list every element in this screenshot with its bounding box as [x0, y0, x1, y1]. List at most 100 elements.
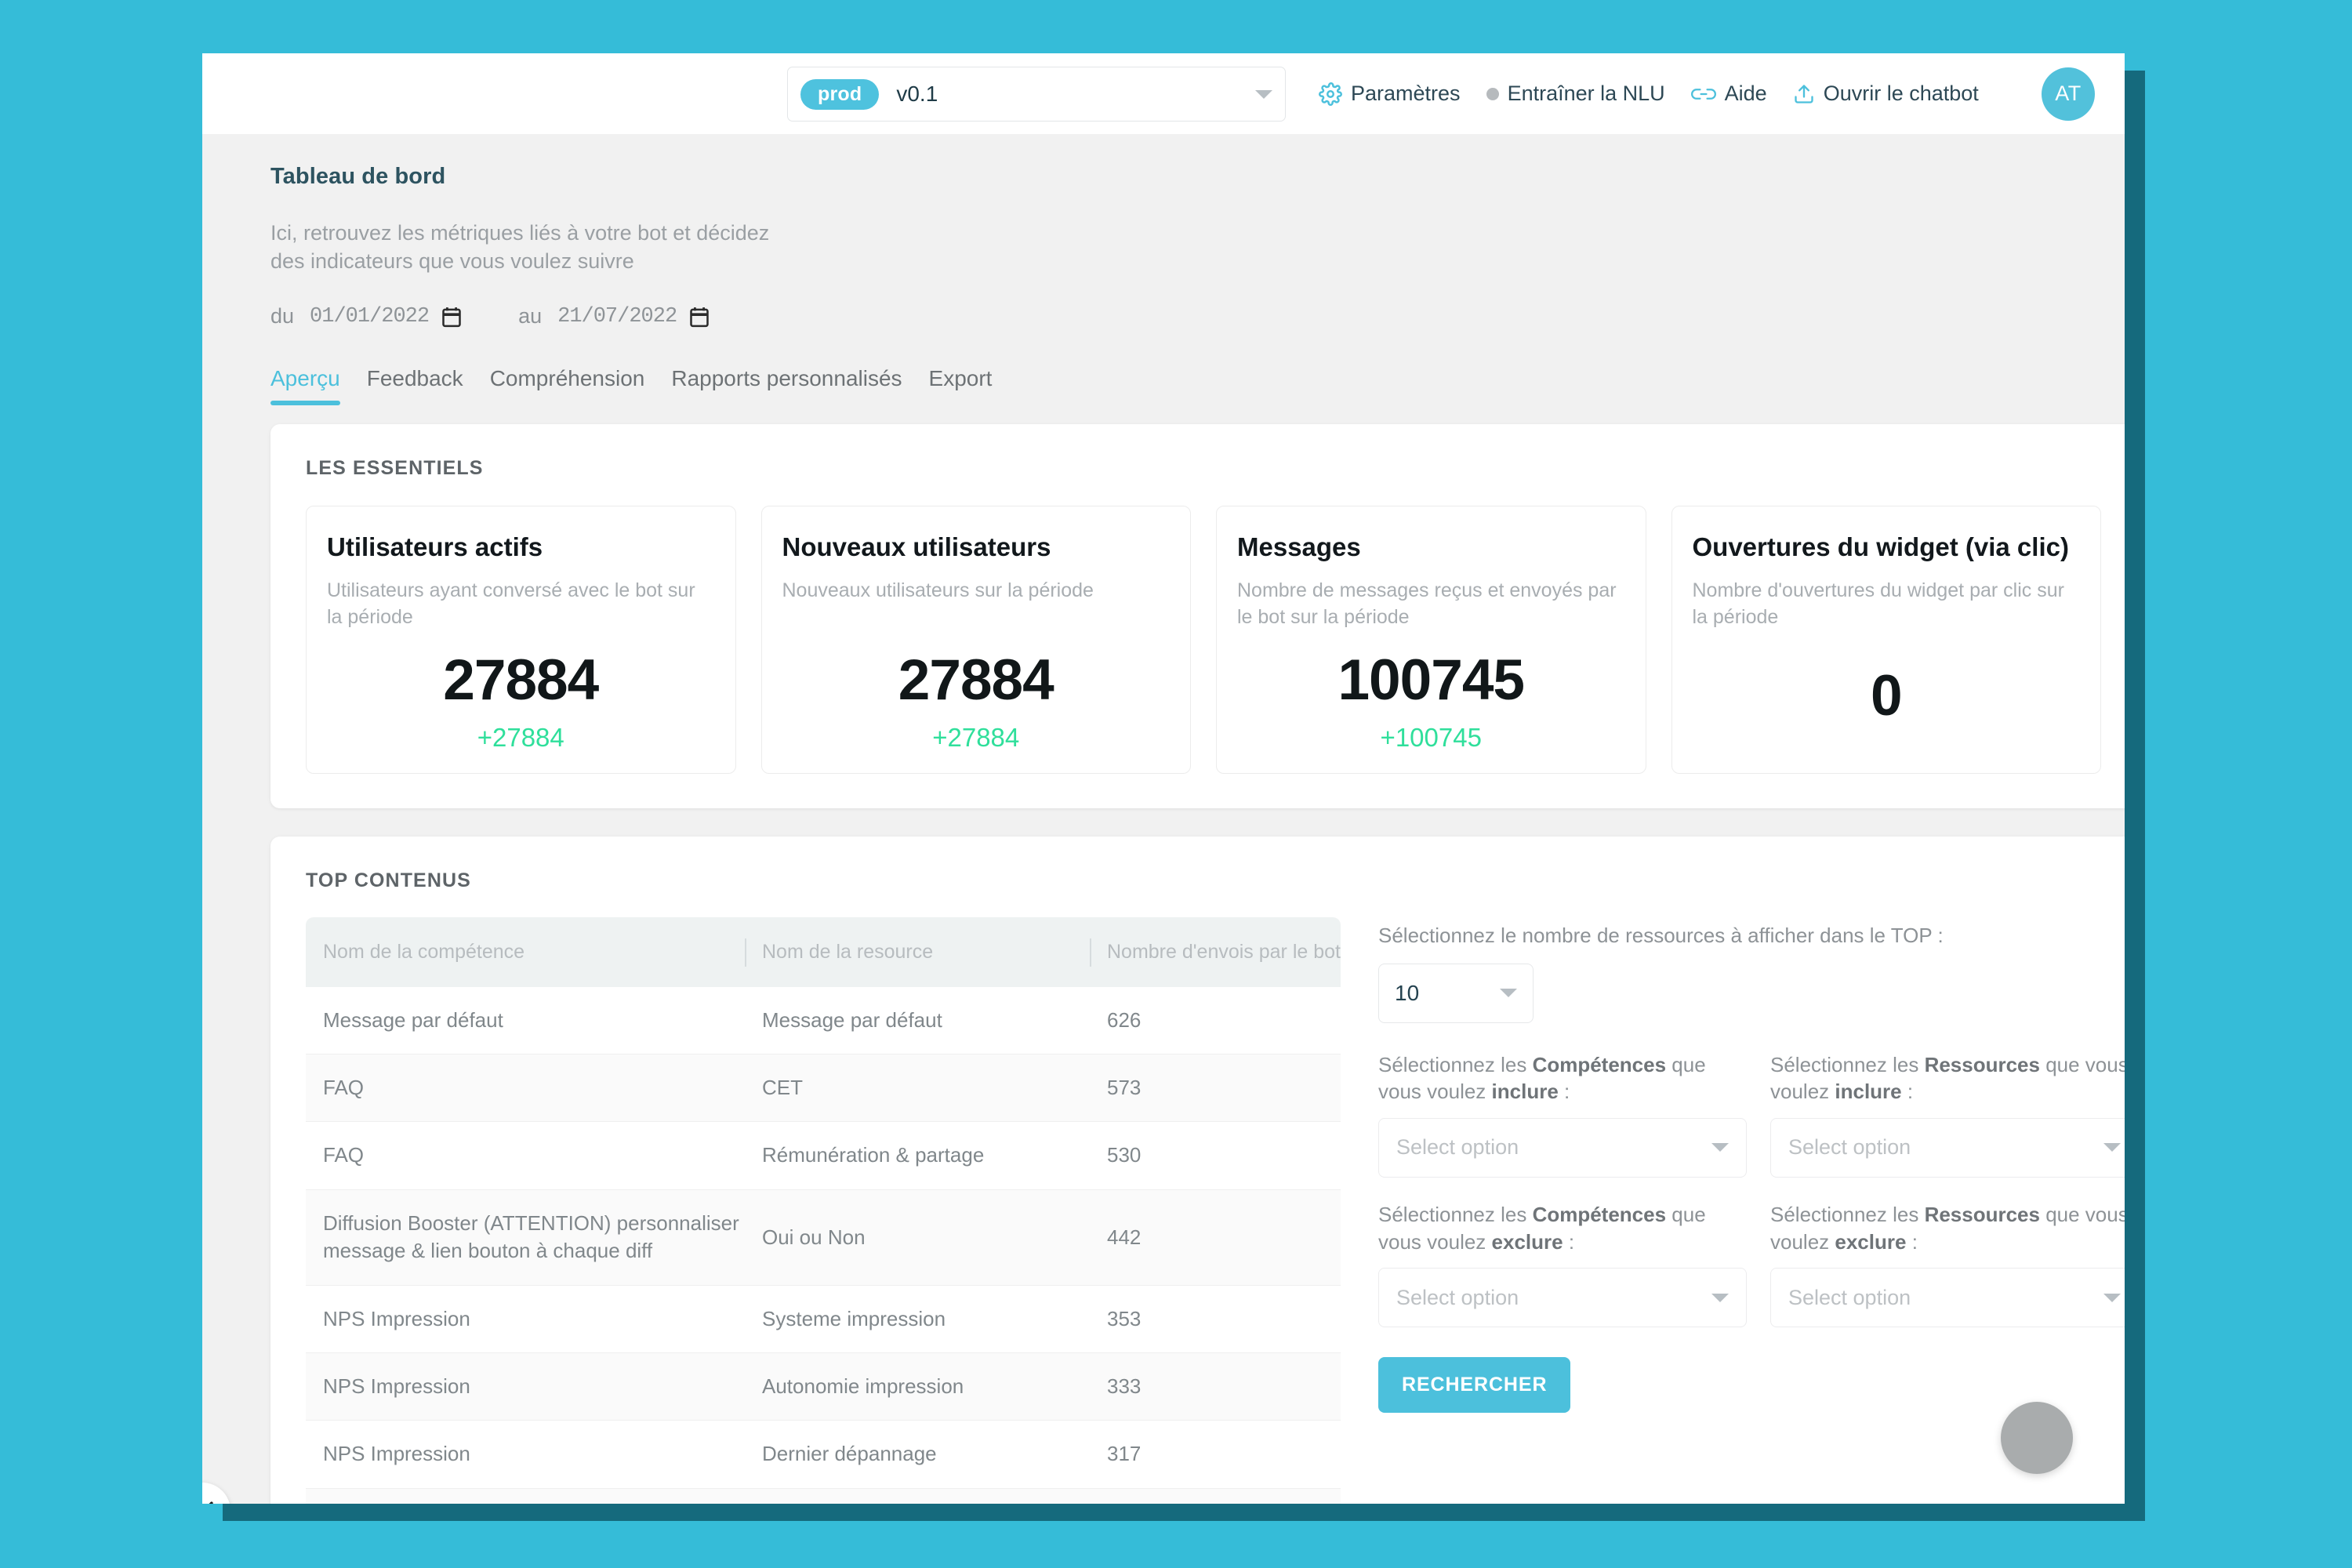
essentials-panel: LES ESSENTIELS Utilisateurs actifs Utili… — [270, 424, 2125, 809]
table-row: NPS Impression Installation imprimante 3… — [306, 1488, 1341, 1504]
cell-count: 442 — [1090, 1189, 1341, 1286]
cell-count: 310 — [1090, 1488, 1341, 1504]
resources-include-select[interactable]: Select option — [1770, 1117, 2125, 1178]
table-row: FAQ Rémunération & partage 530 — [306, 1121, 1341, 1190]
tab-export[interactable]: Export — [916, 366, 1006, 405]
metric-card-active-users: Utilisateurs actifs Utilisateurs ayant c… — [306, 506, 736, 775]
table-row: NPS Impression Dernier dépannage 317 — [306, 1420, 1341, 1489]
open-chatbot-label: Ouvrir le chatbot — [1823, 82, 1979, 105]
open-chatbot-button[interactable]: Ouvrir le chatbot — [1793, 82, 1979, 106]
cell-count: 353 — [1090, 1285, 1341, 1353]
skills-include-select[interactable]: Select option — [1378, 1117, 1747, 1178]
metric-delta: +27884 — [932, 723, 1020, 753]
chevron-down-icon — [2103, 1293, 2121, 1302]
cell-count: 317 — [1090, 1420, 1341, 1489]
chevron-down-icon — [1711, 1143, 1729, 1152]
cell-count: 333 — [1090, 1352, 1341, 1421]
label-strong: Compétences — [1532, 1202, 1667, 1226]
top-contenus-title: TOP CONTENUS — [306, 869, 471, 892]
column-header-resource[interactable]: Nom de la resource — [745, 917, 1090, 987]
sidebar-collapse-button[interactable] — [202, 1483, 230, 1504]
cell-skill: NPS Impression — [306, 1285, 745, 1353]
search-button[interactable]: RECHERCHER — [1378, 1357, 1571, 1414]
skills-exclude-label: Sélectionnez les Compétences que vous vo… — [1378, 1201, 1747, 1255]
metric-title: Messages — [1237, 532, 1361, 562]
metric-title: Utilisateurs actifs — [327, 532, 543, 562]
top-count-value: 10 — [1395, 980, 1420, 1005]
date-to-value: 21/07/2022 — [557, 304, 677, 328]
cell-count: 626 — [1090, 986, 1341, 1055]
label-strong: inclure — [1835, 1080, 1902, 1104]
table-header-row: Nom de la compétence Nom de la resource … — [306, 917, 1341, 987]
version-selector[interactable]: prod v0.1 — [787, 67, 1286, 122]
date-to-field[interactable]: au 21/07/2022 — [518, 304, 710, 328]
filter-grid: Sélectionnez les Compétences que vous vo… — [1378, 1051, 2125, 1328]
top-count-select[interactable]: 10 — [1378, 963, 1534, 1023]
metric-delta: +100745 — [1380, 723, 1482, 753]
skills-exclude-select[interactable]: Select option — [1378, 1268, 1747, 1328]
label-part: Sélectionnez les — [1770, 1052, 1925, 1076]
tab-apercu[interactable]: Aperçu — [270, 366, 354, 406]
select-placeholder: Select option — [1788, 1285, 1911, 1309]
metric-value: 27884 — [898, 648, 1054, 712]
cell-skill: FAQ — [306, 1121, 745, 1190]
label-part: : — [1901, 1080, 1914, 1104]
metric-value: 27884 — [443, 648, 599, 712]
label-strong: inclure — [1491, 1080, 1559, 1104]
skills-include-filter: Sélectionnez les Compétences que vous vo… — [1378, 1051, 1747, 1178]
metric-card-widget-opens: Ouvertures du widget (via clic) Nombre d… — [1671, 506, 2101, 775]
table-row: Message par défaut Message par défaut 62… — [306, 986, 1341, 1055]
metric-subtitle: Nombre d'ouvertures du widget par clic s… — [1692, 579, 2064, 629]
cell-count: 530 — [1090, 1121, 1341, 1190]
metric-subtitle: Nouveaux utilisateurs sur la période — [782, 579, 1094, 601]
calendar-icon[interactable] — [441, 306, 462, 328]
cell-resource: Oui ou Non — [745, 1189, 1090, 1286]
skills-include-label: Sélectionnez les Compétences que vous vo… — [1378, 1051, 1747, 1105]
tab-comprehension[interactable]: Compréhension — [477, 366, 659, 405]
cell-skill: NPS Impression — [306, 1488, 745, 1504]
tab-rapports-personnalises[interactable]: Rapports personnalisés — [658, 366, 915, 405]
cell-resource: Message par défaut — [745, 986, 1090, 1055]
date-from-prefix: du — [270, 304, 295, 328]
upload-icon — [1793, 82, 1815, 106]
label-part: Sélectionnez les — [1770, 1202, 1925, 1226]
avatar[interactable]: AT — [2042, 67, 2095, 121]
chevron-down-icon — [1500, 989, 1517, 998]
top-contenus-body: Nom de la compétence Nom de la resource … — [306, 917, 2125, 1504]
settings-button[interactable]: Paramètres — [1319, 82, 1461, 106]
cell-skill: Message par défaut — [306, 986, 745, 1055]
calendar-icon[interactable] — [689, 306, 710, 328]
metric-title: Ouvertures du widget (via clic) — [1692, 532, 2069, 562]
resources-include-filter: Sélectionnez les Ressources que vous vou… — [1770, 1051, 2125, 1178]
chevron-down-icon — [1255, 89, 1272, 99]
select-placeholder: Select option — [1788, 1135, 1911, 1160]
cell-resource: Dernier dépannage — [745, 1420, 1090, 1489]
date-from-field[interactable]: du 01/01/2022 — [270, 304, 462, 328]
chat-widget-button[interactable] — [2001, 1402, 2073, 1474]
app-window: prod v0.1 Paramètres Entraîner la NLU Ai… — [202, 53, 2125, 1504]
select-placeholder: Select option — [1396, 1135, 1519, 1160]
cell-skill: Diffusion Booster (ATTENTION) personnali… — [306, 1189, 745, 1286]
resources-exclude-select[interactable]: Select option — [1770, 1268, 2125, 1328]
train-nlu-button[interactable]: Entraîner la NLU — [1486, 82, 1665, 106]
date-range: du 01/01/2022 au 21/07/2022 — [270, 304, 2125, 328]
help-label: Aide — [1724, 82, 1767, 105]
metric-card-messages: Messages Nombre de messages reçus et env… — [1216, 506, 1646, 775]
label-strong: Ressources — [1924, 1052, 2040, 1076]
column-header-skill[interactable]: Nom de la compétence — [306, 917, 745, 987]
top-bar-actions: Paramètres Entraîner la NLU Aide Ouvrir … — [1319, 53, 1979, 134]
label-part: : — [1563, 1229, 1575, 1254]
column-header-count[interactable]: Nombre d'envois par le bot — [1090, 917, 1341, 987]
label-strong: exclure — [1835, 1229, 1907, 1254]
help-button[interactable]: Aide — [1690, 82, 1767, 106]
table-head: Nom de la compétence Nom de la resource … — [306, 917, 1341, 987]
page-description: Ici, retrouvez les métriques liés à votr… — [270, 221, 770, 273]
label-part: : — [1906, 1229, 1918, 1254]
tab-feedback[interactable]: Feedback — [354, 366, 477, 405]
table-row: NPS Impression Systeme impression 353 — [306, 1285, 1341, 1353]
cell-resource: Rémunération & partage — [745, 1121, 1090, 1190]
train-nlu-label: Entraîner la NLU — [1507, 82, 1665, 105]
top-contenus-panel: TOP CONTENUS Nom de la compétence Nom de… — [270, 837, 2125, 1504]
settings-label: Paramètres — [1351, 82, 1461, 105]
cell-resource: Systeme impression — [745, 1285, 1090, 1353]
